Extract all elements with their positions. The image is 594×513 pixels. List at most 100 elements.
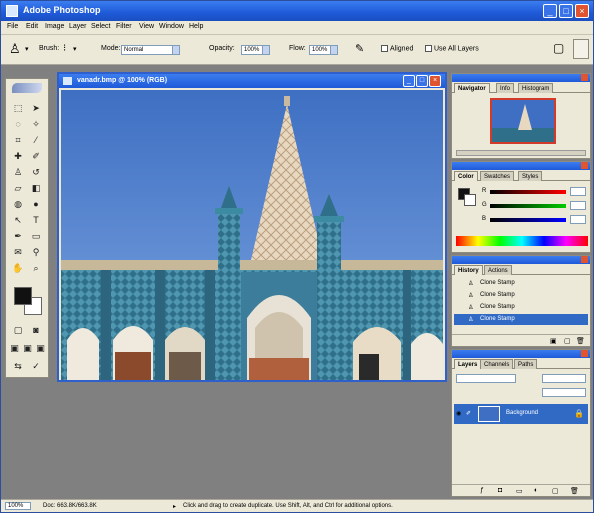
menu-edit[interactable]: Edit [26, 23, 38, 30]
trash-icon[interactable]: 🗑 [570, 487, 579, 495]
dodge-tool-icon[interactable]: ● [28, 197, 44, 211]
menu-view[interactable]: View [139, 23, 154, 30]
fill-field[interactable] [542, 388, 586, 397]
tab-color[interactable]: Color [454, 171, 478, 181]
create-document-icon[interactable]: ▢ [564, 337, 571, 345]
photoshop-feather-icon[interactable] [12, 83, 42, 93]
layer-mask-icon[interactable]: ◘ [498, 487, 502, 494]
menu-layer[interactable]: Layer [69, 23, 87, 30]
tab-navigator[interactable]: Navigator [454, 83, 490, 93]
lock-icons[interactable] [456, 388, 516, 397]
close-button[interactable]: × [575, 4, 589, 18]
blur-tool-icon[interactable]: ◍ [10, 197, 26, 211]
crop-tool-icon[interactable]: ⌗ [10, 133, 26, 147]
healing-brush-tool-icon[interactable]: ✚ [10, 149, 26, 163]
foreground-color-swatch[interactable] [14, 287, 32, 305]
tab-history[interactable]: History [454, 265, 483, 275]
brush-link-icon[interactable]: ✐ [466, 410, 471, 417]
brush-preview-icon[interactable]: ⁝ [63, 43, 66, 54]
aligned-checkbox[interactable] [381, 45, 388, 52]
history-item[interactable]: ♙ Clone Stamp [454, 290, 588, 301]
menu-help[interactable]: Help [189, 23, 203, 30]
standard-mode-icon[interactable]: ▢ [10, 323, 26, 337]
pen-tool-icon[interactable]: ✒ [10, 229, 26, 243]
airbrush-icon[interactable]: ✎ [355, 42, 364, 55]
lasso-tool-icon[interactable]: ◌ [10, 117, 26, 131]
menu-file[interactable]: File [7, 23, 18, 30]
history-item-selected[interactable]: ♙ Clone Stamp [454, 314, 588, 325]
mode-select[interactable]: Normal [121, 45, 173, 55]
tool-preset-dropdown[interactable]: ▾ [25, 45, 29, 53]
slice-tool-icon[interactable]: ⁄ [28, 133, 44, 147]
mode-dropdown-arrow[interactable] [172, 45, 180, 55]
full-screen-menu-mode-icon[interactable]: ▣ [21, 341, 34, 355]
status-arrow-icon[interactable]: ▸ [173, 503, 176, 510]
document-title-bar[interactable]: vanadr.bmp @ 100% (RGB) _ □ × [59, 74, 445, 88]
clone-stamp-tool-icon[interactable]: ♙ [9, 41, 21, 57]
image-canvas[interactable] [61, 90, 443, 380]
menu-window[interactable]: Window [159, 23, 184, 30]
shape-tool-icon[interactable]: ▭ [28, 229, 44, 243]
history-item[interactable]: ♙ Clone Stamp [454, 302, 588, 313]
imageready-icon[interactable]: ✓ [28, 359, 44, 373]
history-item[interactable]: ♙ Clone Stamp [454, 278, 588, 289]
opacity-field[interactable] [542, 374, 586, 383]
history-palette-header[interactable] [452, 256, 590, 264]
doc-close-button[interactable]: × [429, 75, 441, 87]
standard-screen-mode-icon[interactable]: ▣ [8, 341, 21, 355]
history-brush-tool-icon[interactable]: ↺ [28, 165, 44, 179]
minimize-button[interactable]: _ [543, 4, 557, 18]
layer-style-icon[interactable]: ƒ [480, 487, 484, 494]
opacity-input[interactable]: 100% [241, 45, 263, 55]
layer-row-background[interactable]: ◉ ✐ Background 🔒 [454, 404, 588, 424]
new-layer-icon[interactable]: ▢ [552, 487, 559, 495]
channel-r-slider[interactable] [490, 190, 566, 194]
gradient-tool-icon[interactable]: ◧ [28, 181, 44, 195]
doc-minimize-button[interactable]: _ [403, 75, 415, 87]
opacity-dropdown-arrow[interactable] [262, 45, 270, 55]
notes-tool-icon[interactable]: ✉ [10, 245, 26, 259]
adjustment-layer-icon[interactable]: ◐ [534, 487, 538, 494]
menu-image[interactable]: Image [45, 23, 64, 30]
magic-wand-tool-icon[interactable]: ✧ [28, 117, 44, 131]
channel-r-input[interactable] [570, 187, 586, 196]
eyedropper-tool-icon[interactable]: ⚲ [28, 245, 44, 259]
use-all-layers-checkbox[interactable] [425, 45, 432, 52]
blend-mode-select[interactable] [456, 374, 516, 383]
color-close-icon[interactable] [581, 162, 588, 169]
tab-styles[interactable]: Styles [518, 171, 543, 181]
layers-palette-header[interactable] [452, 350, 590, 358]
color-bg-swatch[interactable] [464, 194, 476, 206]
clone-stamp-tool-icon[interactable]: ♙ [10, 165, 26, 179]
layers-close-icon[interactable] [581, 350, 588, 357]
tab-swatches[interactable]: Swatches [480, 171, 515, 181]
tab-histogram[interactable]: Histogram [518, 83, 554, 93]
eraser-tool-icon[interactable]: ▱ [10, 181, 26, 195]
mosque-photo[interactable] [61, 90, 443, 380]
jump-to-imageready-icon[interactable]: ⇆ [10, 359, 26, 373]
trash-icon[interactable]: 🗑 [576, 337, 585, 345]
full-screen-mode-icon[interactable]: ▣ [34, 341, 47, 355]
quick-mask-mode-icon[interactable]: ◙ [28, 323, 44, 337]
navigator-zoom-slider[interactable] [456, 150, 586, 156]
tab-channels[interactable]: Channels [480, 359, 514, 369]
title-bar[interactable]: Adobe Photoshop _ □ × [1, 1, 593, 21]
zoom-tool-icon[interactable]: ⌕ [28, 261, 44, 275]
channel-b-input[interactable] [570, 215, 586, 224]
file-browser-icon[interactable]: ▢ [553, 41, 564, 55]
marquee-tool-icon[interactable]: ⬚ [10, 101, 26, 115]
navigator-close-icon[interactable] [581, 74, 588, 81]
maximize-button[interactable]: □ [559, 4, 573, 18]
tab-layers[interactable]: Layers [454, 359, 482, 369]
channel-g-input[interactable] [570, 201, 586, 210]
channel-b-slider[interactable] [490, 218, 566, 222]
layer-set-icon[interactable]: ▭ [516, 487, 523, 495]
tab-actions[interactable]: Actions [484, 265, 512, 275]
brush-tool-icon[interactable]: ✐ [28, 149, 44, 163]
tab-info[interactable]: Info [496, 83, 515, 93]
history-close-icon[interactable] [581, 256, 588, 263]
path-selection-tool-icon[interactable]: ↖ [10, 213, 26, 227]
move-tool-icon[interactable]: ➤ [28, 101, 44, 115]
new-snapshot-icon[interactable]: ▣ [550, 337, 557, 345]
menu-select[interactable]: Select [91, 23, 110, 30]
